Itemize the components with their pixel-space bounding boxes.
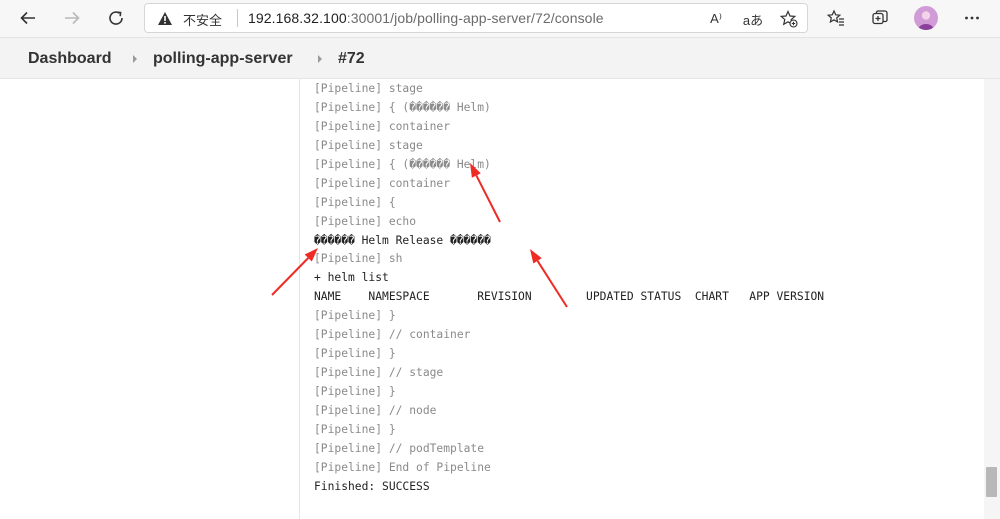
pipeline-step-text: container [382,176,451,190]
pipeline-step-text: // podTemplate [382,441,485,455]
console-line: [Pipeline] { (������ Helm) [314,156,974,175]
console-line: [Pipeline] } [314,421,974,440]
pipeline-step-text: } [382,309,396,323]
refresh-icon[interactable] [102,4,130,32]
browser-toolbar: 不安全 192.168.32.100:30001/job/polling-app… [0,0,1000,38]
pipeline-prefix: [Pipeline] [314,100,383,114]
security-label[interactable]: 不安全 [183,10,222,29]
pipeline-prefix: [Pipeline] [314,252,383,266]
address-bar[interactable]: 不安全 192.168.32.100:30001/job/polling-app… [144,3,808,33]
pipeline-step-text: } [382,385,396,398]
pipeline-prefix: [Pipeline] [314,214,383,228]
console-line: [Pipeline] // podTemplate [314,440,974,459]
console-line: [Pipeline] // container [314,326,974,345]
pipeline-prefix: [Pipeline] [314,366,383,380]
pipeline-step-text: stage [382,82,423,95]
console-line: [Pipeline] } [314,383,974,402]
favorites-icon[interactable] [822,4,850,32]
pipeline-prefix: [Pipeline] [314,422,383,436]
console-line: [Pipeline] sh [314,250,974,269]
console-line: [Pipeline] { [314,194,974,213]
breadcrumb: Dashboard polling-app-server #72 [0,38,1000,79]
forward-icon[interactable] [58,4,86,32]
pipeline-step-text: End of Pipeline [382,460,491,474]
console-line: ������ Helm Release ������ [314,232,974,251]
breadcrumb-job[interactable]: polling-app-server [153,50,293,68]
pipeline-step-text: echo [382,214,417,228]
add-favorite-icon[interactable] [778,9,800,29]
scrollbar-thumb[interactable] [986,467,997,497]
pipeline-step-text: { (������ Helm) [382,157,491,171]
console-line: NAME NAMESPACE REVISION UPDATED STATUS C… [314,288,974,307]
pipeline-step-text: } [382,347,396,361]
console-line: + helm list [314,269,974,288]
output-text: NAME NAMESPACE REVISION UPDATED STATUS C… [314,290,825,304]
pipeline-prefix: [Pipeline] [314,195,383,209]
chevron-right-icon[interactable] [318,55,322,63]
pipeline-prefix: [Pipeline] [314,138,383,152]
pipeline-prefix: [Pipeline] [314,328,383,342]
pipeline-step-text: container [382,119,451,133]
console-line: [Pipeline] stage [314,80,974,99]
output-text: Finished: SUCCESS [314,479,430,493]
console-line: Finished: SUCCESS [314,478,974,497]
profile-avatar[interactable] [914,6,938,30]
pipeline-prefix: [Pipeline] [314,119,383,133]
pipeline-step-text: stage [382,138,423,152]
pipeline-prefix: [Pipeline] [314,157,383,171]
console-output: [Pipeline] stage [Pipeline] { (������ Hel… [314,80,974,497]
pipeline-prefix: [Pipeline] [314,309,383,323]
warning-icon[interactable] [157,11,173,31]
console-line: [Pipeline] container [314,175,974,194]
side-panel [0,79,300,519]
console-line: [Pipeline] stage [314,137,974,156]
pipeline-prefix: [Pipeline] [314,347,383,361]
address-divider [237,9,238,27]
pipeline-prefix: [Pipeline] [314,82,383,95]
console-line: [Pipeline] // node [314,402,974,421]
read-aloud-icon[interactable]: A⁾ [705,9,727,29]
pipeline-step-text: // stage [382,366,444,380]
more-menu-icon[interactable] [958,4,986,32]
breadcrumb-build[interactable]: #72 [338,50,365,68]
console-line: [Pipeline] // stage [314,364,974,383]
pipeline-prefix: [Pipeline] [314,176,383,190]
output-text: ������ Helm Release ������ [314,233,491,247]
url-path: :30001/job/polling-app-server/72/console [346,10,604,26]
console-line: [Pipeline] { (������ Helm) [314,99,974,118]
pipeline-step-text: } [382,422,396,436]
breadcrumb-dashboard[interactable]: Dashboard [28,50,112,68]
console-line: [Pipeline] } [314,345,974,364]
pipeline-step-text: // node [382,403,437,417]
scrollbar[interactable] [984,79,1000,519]
pipeline-prefix: [Pipeline] [314,403,383,417]
output-text: + helm list [314,271,389,285]
console-line: [Pipeline] container [314,118,974,137]
url-text[interactable]: 192.168.32.100:30001/job/polling-app-ser… [248,10,604,26]
console-line: [Pipeline] } [314,307,974,326]
pipeline-step-text: { [382,195,396,209]
collections-icon[interactable] [866,4,894,32]
pipeline-step-text: sh [382,252,403,266]
pipeline-prefix: [Pipeline] [314,385,383,398]
pipeline-step-text: { (������ Helm) [382,100,491,114]
url-host: 192.168.32.100 [248,10,347,26]
pipeline-prefix: [Pipeline] [314,460,383,474]
pipeline-prefix: [Pipeline] [314,441,383,455]
translate-icon[interactable]: aあ [742,9,764,29]
chevron-right-icon[interactable] [133,55,137,63]
back-icon[interactable] [14,4,42,32]
console-line: [Pipeline] End of Pipeline [314,459,974,478]
console-line: [Pipeline] echo [314,213,974,232]
pipeline-step-text: // container [382,328,471,342]
